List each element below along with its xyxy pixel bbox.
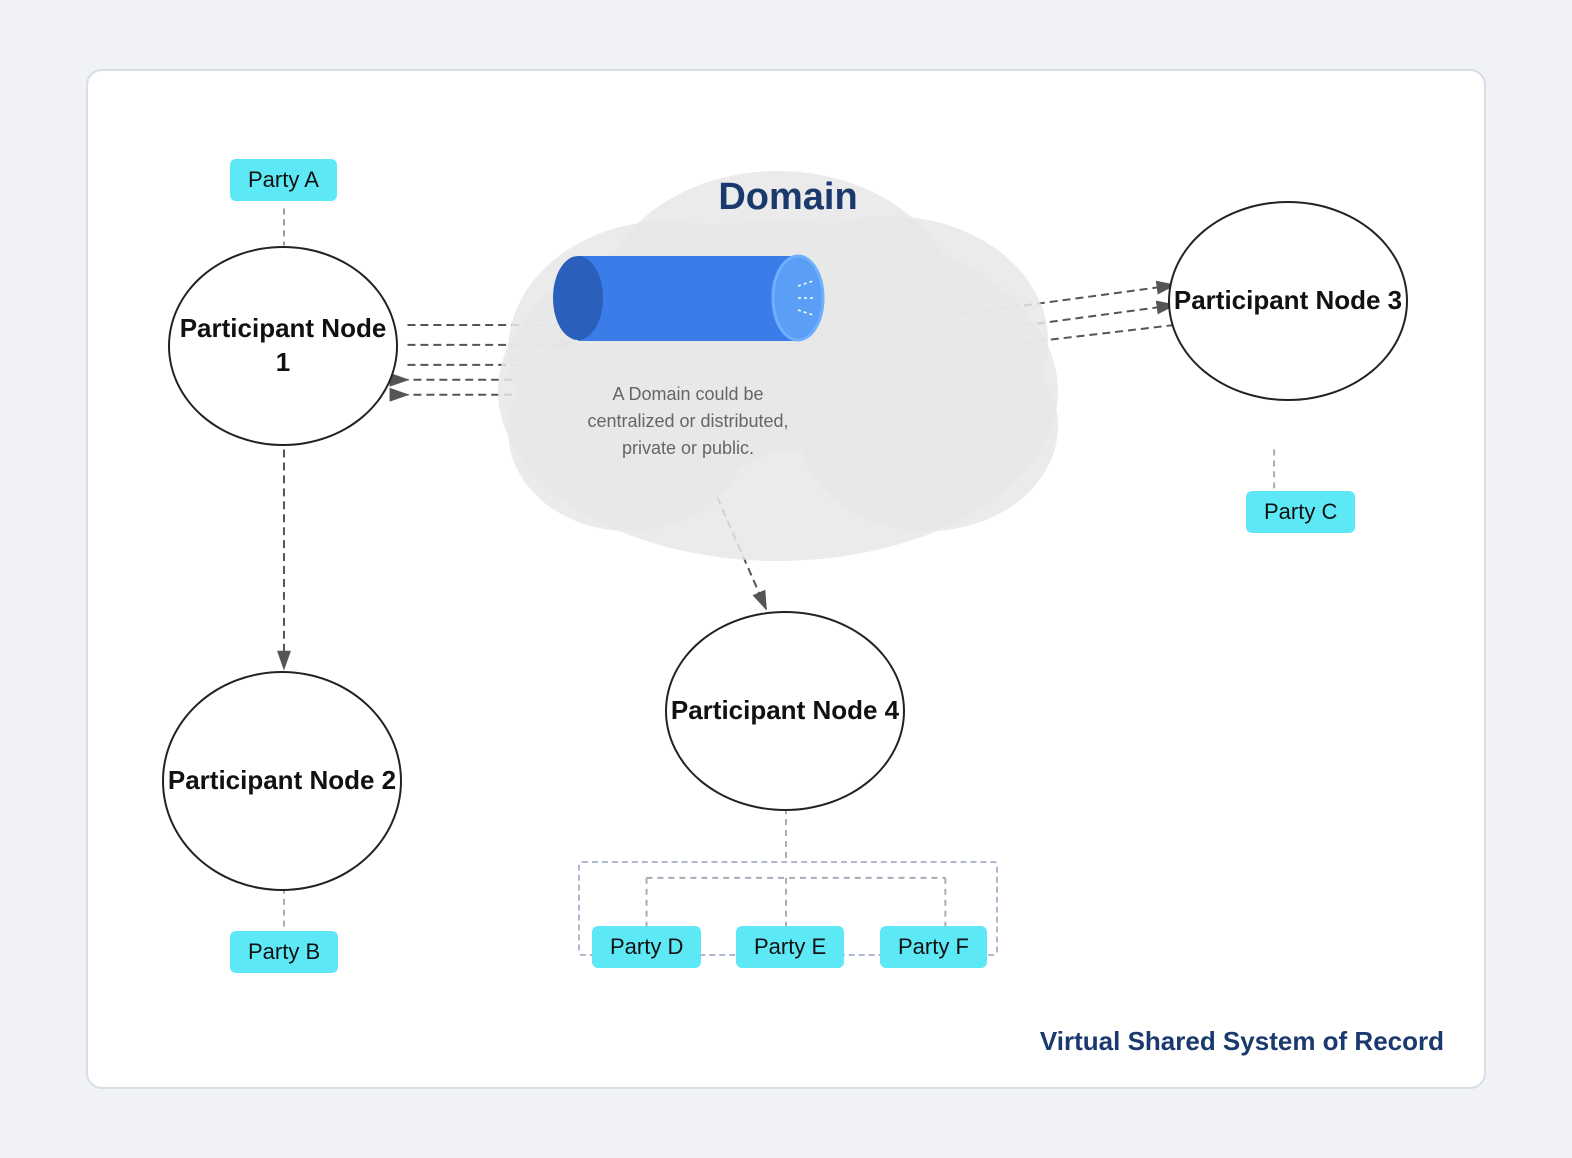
domain-cylinder	[548, 236, 828, 366]
party-a-badge: Party A	[230, 159, 337, 201]
party-d-badge: Party D	[592, 926, 701, 968]
domain-title: Domain	[628, 176, 948, 219]
participant-node-4: Participant Node 4	[665, 611, 905, 811]
party-c-badge: Party C	[1246, 491, 1355, 533]
party-e-badge: Party E	[736, 926, 844, 968]
participant-node-1: Participant Node 1	[168, 246, 398, 446]
party-b-badge: Party B	[230, 931, 338, 973]
footer-title: Virtual Shared System of Record	[1040, 1026, 1444, 1057]
party-f-badge: Party F	[880, 926, 987, 968]
participant-node-3: Participant Node 3	[1168, 201, 1408, 401]
diagram-container: Domain A Domain could becentralized or d…	[86, 69, 1486, 1089]
domain-description: A Domain could becentralized or distribu…	[558, 381, 818, 462]
participant-node-2: Participant Node 2	[162, 671, 402, 891]
